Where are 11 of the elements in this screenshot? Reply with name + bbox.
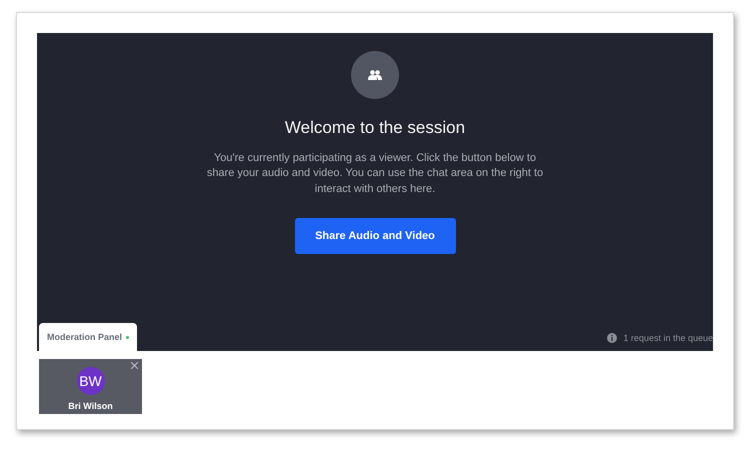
avatar: BW	[76, 367, 104, 395]
queue-status: 1 request in the queue	[623, 332, 713, 345]
session-title: Welcome to the session	[284, 117, 466, 139]
close-icon[interactable]	[131, 361, 138, 371]
participant-card[interactable]: BW Bri Wilson	[39, 359, 142, 414]
moderation-tab[interactable]: Moderation Panel	[39, 322, 138, 351]
share-audio-video-button[interactable]: Share Audio and Video	[294, 218, 456, 254]
session-message: You're currently participating as a viewer. Click the button below to share your audio and video. You can use the chat area on the right to interact with others here.	[206, 150, 544, 198]
group-icon	[351, 51, 399, 99]
info-icon	[607, 333, 618, 344]
participant-name: Bri Wilson	[68, 400, 113, 413]
